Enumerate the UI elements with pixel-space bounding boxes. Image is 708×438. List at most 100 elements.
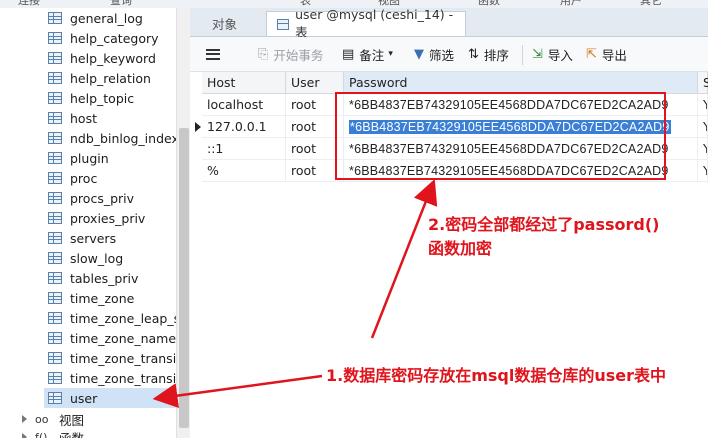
cell-user-value: root xyxy=(291,119,317,134)
cell-host[interactable]: localhost xyxy=(202,94,286,116)
cell-host-value: ::1 xyxy=(207,141,224,156)
nav-table-label: servers xyxy=(70,230,117,246)
column-header-password[interactable]: Password xyxy=(344,72,698,94)
annotation-password-encrypted-line2: 函数加密 xyxy=(428,239,493,258)
nav-table-servers[interactable]: servers xyxy=(48,228,176,248)
toolbar-divider xyxy=(522,45,523,65)
table-icon xyxy=(48,252,62,264)
top-menu-item[interactable]: 其它 xyxy=(640,0,662,8)
table-icon xyxy=(48,372,62,384)
nav-table-label: time_zone_transiti xyxy=(70,350,176,366)
cell-host[interactable]: ::1 xyxy=(202,138,286,160)
nav-table-label: time_zone_name xyxy=(70,330,176,346)
top-menu-item[interactable]: 连接 xyxy=(18,0,40,8)
nav-table-label: time_zone_leap_se xyxy=(70,310,176,326)
nav-table-label: help_category xyxy=(70,30,159,46)
table-icon xyxy=(48,112,62,124)
memo-button[interactable]: ▤ 备注 ▾ xyxy=(342,45,393,63)
nav-table-time-zone[interactable]: time_zone xyxy=(48,288,176,308)
sort-label: 排序 xyxy=(483,47,509,63)
import-label: 导入 xyxy=(547,47,573,63)
nav-scrollbar[interactable] xyxy=(176,8,191,438)
column-header-user[interactable]: User xyxy=(286,72,344,94)
table-icon xyxy=(48,92,62,104)
table-icon xyxy=(48,52,62,64)
nav-table-label: ndb_binlog_index xyxy=(70,130,176,146)
tab-bar: 对象 user @mysql (ceshi_14) - 表 xyxy=(190,7,708,40)
expand-caret-icon[interactable] xyxy=(22,415,27,423)
nav-table-proxies-priv[interactable]: proxies_priv xyxy=(48,208,176,228)
navigation-tree: general_log help_category help_keywordhelp… xyxy=(0,8,176,438)
nav-table-time-zone-transiti[interactable]: time_zone_transiti xyxy=(48,348,176,368)
nav-group-views[interactable]: oo 视图 xyxy=(22,410,84,428)
table-icon xyxy=(48,12,62,24)
table-icon xyxy=(48,312,62,324)
tab-user-table[interactable]: user @mysql (ceshi_14) - 表 xyxy=(266,7,466,40)
nav-table-help-topic[interactable]: help_topic xyxy=(48,88,176,108)
nav-table-label: time_zone xyxy=(70,290,135,306)
export-button[interactable]: ⇱ 导出 xyxy=(586,45,627,63)
nav-table-help-relation[interactable]: help_relation xyxy=(48,68,176,88)
nav-table-host[interactable]: host xyxy=(48,108,176,128)
cell-s[interactable]: Y xyxy=(698,138,708,160)
nav-table-label: host xyxy=(70,110,97,126)
table-icon xyxy=(48,232,62,244)
cell-s[interactable]: Y xyxy=(698,94,708,116)
cell-s-value: Y xyxy=(703,163,707,178)
column-header-s[interactable]: S xyxy=(698,72,708,94)
column-header-host[interactable]: Host xyxy=(202,72,286,94)
table-icon xyxy=(48,132,62,144)
current-row-pointer-icon xyxy=(195,122,201,132)
top-menu-item[interactable]: 用户 xyxy=(560,0,582,8)
toolbar: ⎘ 开始事务 ▤ 备注 ▾ ▼ 筛选 ⇅ 排序 ⇲ 导入 ⇱ 导出 xyxy=(190,37,708,72)
nav-group-functions[interactable]: f() 函数 xyxy=(22,428,84,438)
nav-table-label: general_log xyxy=(70,10,143,26)
cell-s[interactable]: Y xyxy=(698,160,708,182)
nav-table-procs-priv[interactable]: procs_priv xyxy=(48,188,176,208)
cell-host[interactable]: % xyxy=(202,160,286,182)
nav-table-user[interactable]: user xyxy=(44,388,176,408)
begin-transaction-button[interactable]: ⎘ 开始事务 xyxy=(258,45,323,63)
cell-host[interactable]: 127.0.0.1 xyxy=(202,116,286,138)
memo-label: 备注 xyxy=(359,47,385,63)
nav-table-plugin[interactable]: plugin xyxy=(48,148,176,168)
top-menu-item[interactable]: 查询 xyxy=(110,0,132,8)
memo-icon: ▤ xyxy=(342,46,355,62)
nav-table-general-log[interactable]: general_log xyxy=(48,8,176,28)
cell-s-value: Y xyxy=(703,119,707,134)
nav-table-time-zone-transiti[interactable]: time_zone_transiti xyxy=(48,368,176,388)
table-icon xyxy=(48,212,62,224)
nav-table-time-zone-name[interactable]: time_zone_name xyxy=(48,328,176,348)
cell-host-value: 127.0.0.1 xyxy=(207,119,267,134)
nav-table-slow-log[interactable]: slow_log xyxy=(48,248,176,268)
tab-label: user @mysql (ceshi_14) - 表 xyxy=(295,7,454,40)
top-menu-item[interactable]: 函数 xyxy=(478,0,500,8)
filter-button[interactable]: ▼ 筛选 xyxy=(414,45,454,63)
cell-s[interactable]: Y xyxy=(698,116,708,138)
sort-button[interactable]: ⇅ 排序 xyxy=(468,45,509,63)
nav-table-tables-priv[interactable]: tables_priv xyxy=(48,268,176,288)
cell-user-value: root xyxy=(291,141,317,156)
nav-table-ndb-binlog-index[interactable]: ndb_binlog_index xyxy=(48,128,176,148)
import-button[interactable]: ⇲ 导入 xyxy=(532,45,573,63)
annotation-user-table-location: 1.数据库密码存放在msql数据仓库的user表中 xyxy=(326,366,667,385)
dropdown-arrow-icon: ▾ xyxy=(388,49,393,59)
view-icon: oo xyxy=(35,412,49,426)
nav-table-label: tables_priv xyxy=(70,270,139,286)
nav-table-help-category[interactable]: help_category xyxy=(48,28,176,48)
nav-table-help-keyword[interactable]: help_keyword xyxy=(48,48,176,68)
password-highlight-box xyxy=(335,92,666,180)
cell-s-value: Y xyxy=(703,97,707,112)
cell-host-value: % xyxy=(207,163,219,178)
nav-table-label: procs_priv xyxy=(70,190,135,206)
tab-objects[interactable]: 对象 xyxy=(202,11,264,36)
nav-scrollbar-thumb[interactable] xyxy=(179,128,189,428)
expand-caret-icon[interactable] xyxy=(22,433,27,438)
filter-icon: ▼ xyxy=(414,46,424,62)
annotation-password-encrypted-line1: 2.密码全部都经过了passord() xyxy=(428,215,660,234)
nav-group-label: 视图 xyxy=(59,412,85,428)
nav-table-label: help_keyword xyxy=(70,50,156,66)
nav-table-time-zone-leap-se[interactable]: time_zone_leap_se xyxy=(48,308,176,328)
menu-button[interactable] xyxy=(206,45,220,63)
nav-table-proc[interactable]: proc xyxy=(48,168,176,188)
